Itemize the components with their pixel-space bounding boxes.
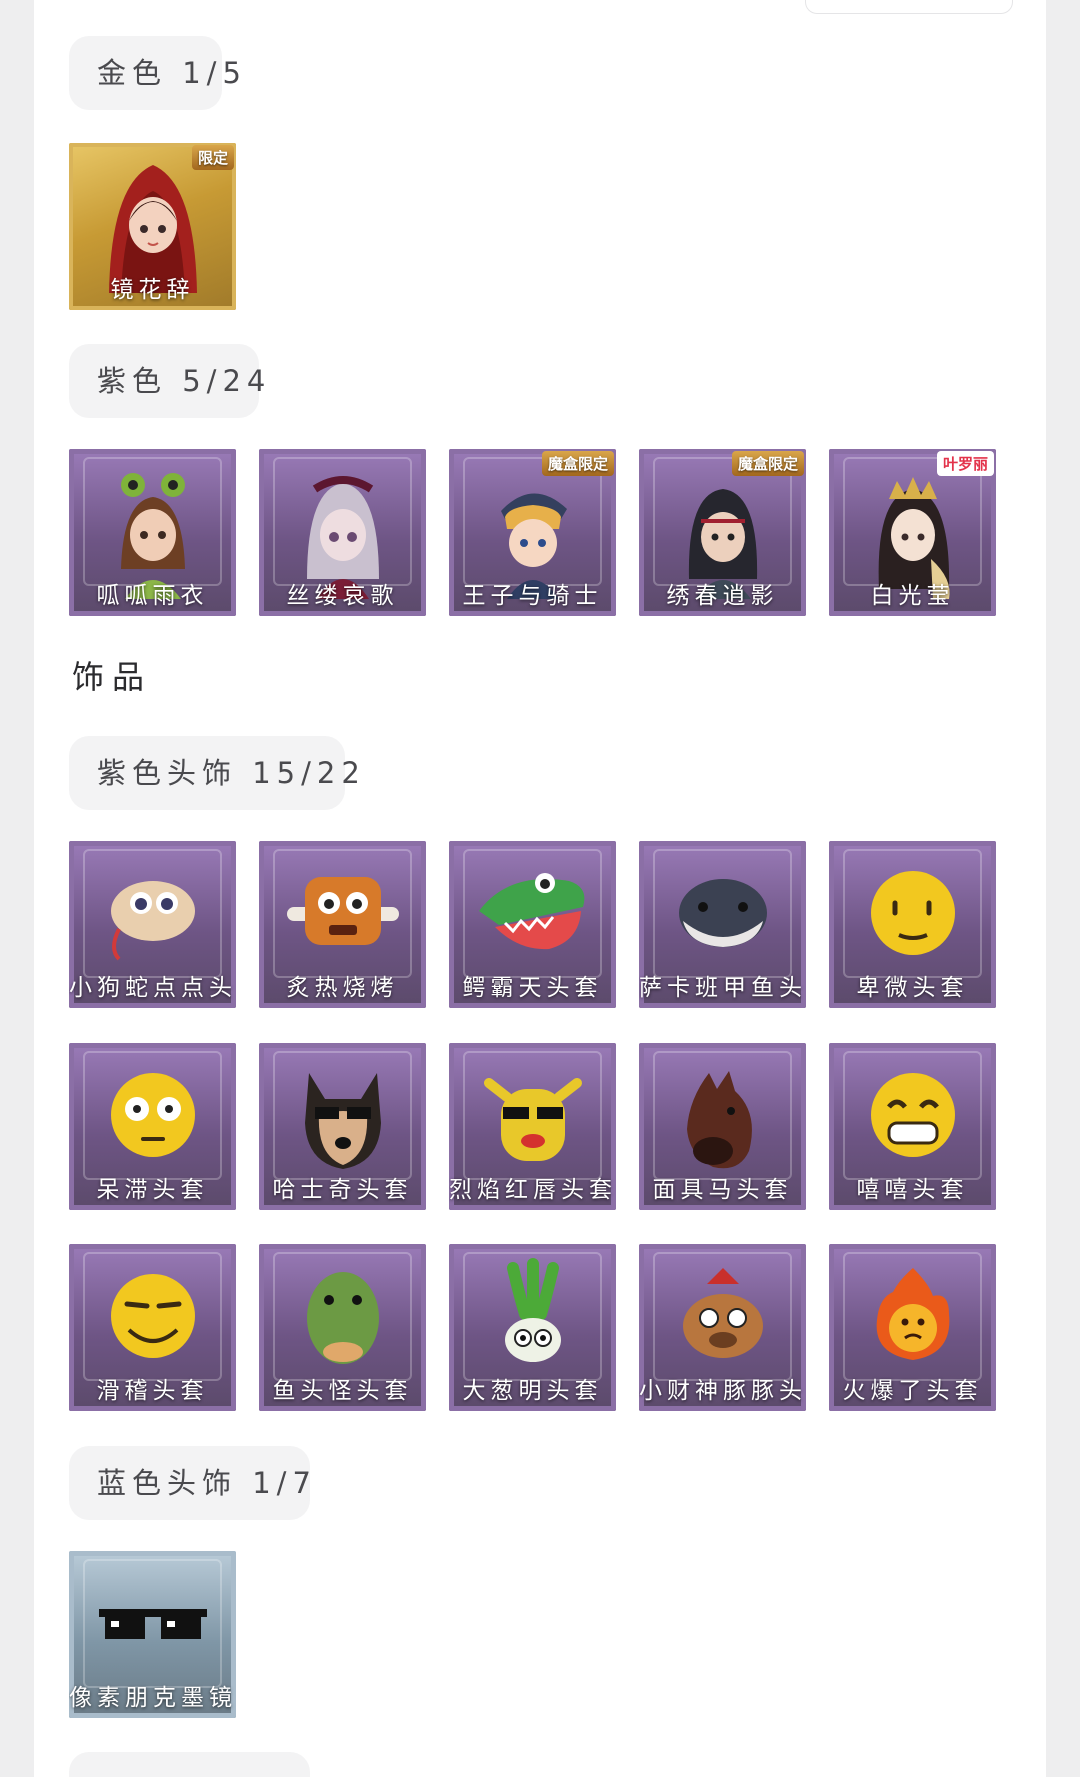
magic-box-badge: 魔盒限定 — [541, 451, 614, 476]
item-name: 呱呱雨衣 — [96, 583, 209, 609]
head-item-14[interactable]: 火爆了头套 — [829, 1244, 996, 1411]
item-name: 哈士奇头套 — [272, 1177, 413, 1203]
purple-item-1[interactable]: 丝缕哀歌 — [259, 449, 426, 616]
head-item-6[interactable]: 哈士奇头套 — [259, 1043, 426, 1210]
item-name: 小狗蛇点点头 — [69, 975, 236, 1001]
item-name: 萨卡班甲鱼头 — [639, 975, 806, 1001]
head-item-4[interactable]: 卑微头套 — [829, 841, 996, 1008]
item-name: 绣春逍影 — [666, 583, 779, 609]
item-name: 卑微头套 — [856, 975, 969, 1001]
blue-head-item-0[interactable]: 像素朋克墨镜 — [69, 1551, 236, 1718]
head-item-11[interactable]: 鱼头怪头套 — [259, 1244, 426, 1411]
accessories-heading: 饰品 — [72, 658, 153, 696]
item-name: 丝缕哀歌 — [286, 583, 399, 609]
head-item-1[interactable]: 炙热烧烤 — [259, 841, 426, 1008]
item-name: 镜花辞 — [110, 277, 195, 303]
item-name: 呆滞头套 — [96, 1177, 209, 1203]
head-item-3[interactable]: 萨卡班甲鱼头 — [639, 841, 806, 1008]
head-item-8[interactable]: 面具马头套 — [639, 1043, 806, 1210]
purple-item-4[interactable]: 叶罗丽 白光莹 — [829, 449, 996, 616]
item-name: 大葱明头套 — [462, 1378, 603, 1404]
head-item-10[interactable]: 滑稽头套 — [69, 1244, 236, 1411]
brand-badge: 叶罗丽 — [936, 451, 994, 476]
item-name: 面具马头套 — [652, 1177, 793, 1203]
next-section-label — [69, 1752, 310, 1777]
limited-badge: 限定 — [191, 145, 234, 170]
purple-item-2[interactable]: 魔盒限定 王子与骑士 — [449, 449, 616, 616]
purple-item-0[interactable]: 呱呱雨衣 — [69, 449, 236, 616]
item-name: 鳄霸天头套 — [462, 975, 603, 1001]
gold-section-label: 金色 1/5 — [69, 36, 241, 110]
top-dropdown-box[interactable] — [805, 0, 1013, 14]
head-item-2[interactable]: 鳄霸天头套 — [449, 841, 616, 1008]
item-name: 嘻嘻头套 — [856, 1177, 969, 1203]
item-name: 王子与骑士 — [462, 583, 603, 609]
purple-section-label: 紫色 5/24 — [69, 344, 265, 418]
item-name: 像素朋克墨镜 — [69, 1685, 236, 1711]
item-name: 小财神豚豚头 — [639, 1378, 806, 1404]
item-name: 白光莹 — [870, 583, 955, 609]
head-item-12[interactable]: 大葱明头套 — [449, 1244, 616, 1411]
item-name: 火爆了头套 — [842, 1378, 983, 1404]
item-name: 烈焰红唇头套 — [449, 1177, 616, 1203]
head-item-13[interactable]: 小财神豚豚头 — [639, 1244, 806, 1411]
purple-item-3[interactable]: 魔盒限定 绣春逍影 — [639, 449, 806, 616]
purple-head-section-label: 紫色头饰 15/22 — [69, 736, 360, 810]
collection-card: 金色 1/5 限定 镜花辞 紫色 5/24 呱呱雨衣 丝缕哀歌 魔盒限定 王子与… — [34, 0, 1046, 1777]
head-item-7[interactable]: 烈焰红唇头套 — [449, 1043, 616, 1210]
gold-item-0[interactable]: 限定 镜花辞 — [69, 143, 236, 310]
head-item-0[interactable]: 小狗蛇点点头 — [69, 841, 236, 1008]
magic-box-badge: 魔盒限定 — [731, 451, 804, 476]
head-item-5[interactable]: 呆滞头套 — [69, 1043, 236, 1210]
blue-head-section-label: 蓝色头饰 1/7 — [69, 1446, 311, 1520]
item-name: 鱼头怪头套 — [272, 1378, 413, 1404]
item-name: 滑稽头套 — [96, 1378, 209, 1404]
head-item-9[interactable]: 嘻嘻头套 — [829, 1043, 996, 1210]
item-name: 炙热烧烤 — [286, 975, 399, 1001]
